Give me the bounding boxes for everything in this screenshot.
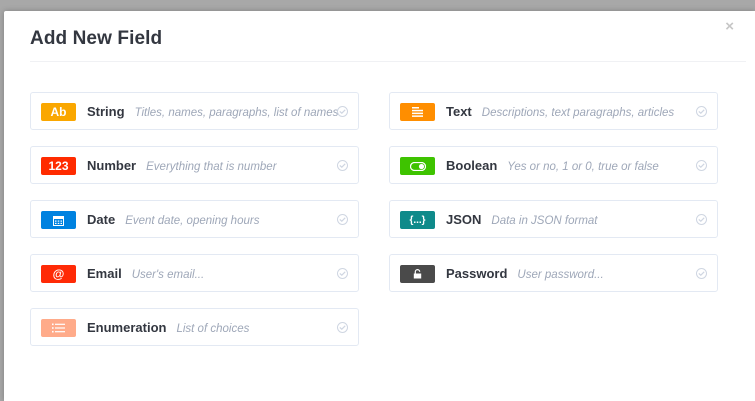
field-description: List of choices bbox=[176, 323, 250, 335]
field-option-email[interactable]: @ Email User's email... bbox=[30, 254, 359, 292]
field-description: Titles, names, paragraphs, list of names bbox=[134, 107, 339, 119]
field-option-enumeration[interactable]: Enumeration List of choices bbox=[30, 308, 359, 346]
field-option-text[interactable]: Text Descriptions, text paragraphs, artic… bbox=[389, 92, 718, 130]
field-option-boolean[interactable]: Boolean Yes or no, 1 or 0, true or false bbox=[389, 146, 718, 184]
badge-text: @ bbox=[52, 267, 65, 281]
check-circle-icon bbox=[696, 106, 707, 117]
check-circle-icon bbox=[337, 160, 348, 171]
toggle-icon bbox=[400, 157, 435, 175]
field-description: User's email... bbox=[131, 269, 205, 281]
check-circle-icon bbox=[337, 106, 348, 117]
field-option-json[interactable]: {...} JSON Data in JSON format bbox=[389, 200, 718, 238]
field-name: Enumeration bbox=[87, 320, 167, 335]
field-option-password[interactable]: Password User password... bbox=[389, 254, 718, 292]
field-option-number[interactable]: 123 Number Everything that is number bbox=[30, 146, 359, 184]
braces-icon: {...} bbox=[400, 211, 435, 229]
badge-text: 123 bbox=[48, 159, 69, 173]
calendar-icon bbox=[41, 211, 76, 229]
field-name: Text bbox=[446, 104, 472, 119]
field-description: Event date, opening hours bbox=[125, 215, 260, 227]
check-circle-icon bbox=[337, 214, 348, 225]
field-name: Password bbox=[446, 266, 508, 281]
field-name: Number bbox=[87, 158, 137, 173]
field-name: Boolean bbox=[446, 158, 498, 173]
align-left-icon bbox=[400, 103, 435, 121]
field-description: Descriptions, text paragraphs, articles bbox=[481, 107, 675, 119]
check-circle-icon bbox=[337, 322, 348, 333]
field-name: String bbox=[87, 104, 125, 119]
add-field-modal: × Add New Field Ab String Titles, names, … bbox=[4, 11, 755, 401]
field-description: Everything that is number bbox=[146, 161, 277, 173]
field-description: Data in JSON format bbox=[491, 215, 598, 227]
divider bbox=[30, 61, 746, 62]
field-option-string[interactable]: Ab String Titles, names, paragraphs, list… bbox=[30, 92, 359, 130]
list-icon bbox=[41, 319, 76, 337]
field-name: Date bbox=[87, 212, 116, 227]
field-description: Yes or no, 1 or 0, true or false bbox=[507, 161, 659, 173]
check-circle-icon bbox=[696, 214, 707, 225]
at-icon: @ bbox=[41, 265, 76, 283]
ab-text-icon: Ab bbox=[41, 103, 76, 121]
close-icon[interactable]: × bbox=[725, 19, 734, 34]
check-circle-icon bbox=[696, 268, 707, 279]
field-description: User password... bbox=[517, 269, 604, 281]
field-option-date[interactable]: Date Event date, opening hours bbox=[30, 200, 359, 238]
check-circle-icon bbox=[696, 160, 707, 171]
badge-text: Ab bbox=[50, 105, 67, 119]
lock-icon bbox=[400, 265, 435, 283]
number-icon: 123 bbox=[41, 157, 76, 175]
modal-title: Add New Field bbox=[30, 28, 163, 49]
field-name: JSON bbox=[446, 212, 482, 227]
field-name: Email bbox=[87, 266, 122, 281]
check-circle-icon bbox=[337, 268, 348, 279]
badge-text: {...} bbox=[409, 214, 426, 226]
